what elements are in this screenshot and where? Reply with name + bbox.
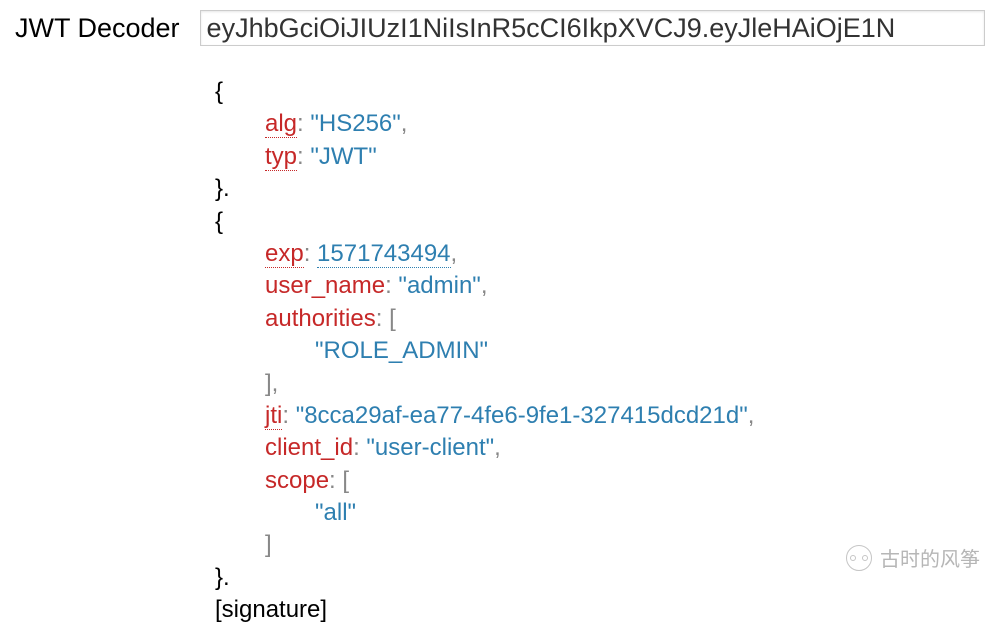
- key-exp[interactable]: exp: [265, 240, 304, 268]
- watermark-text: 古时的风筝: [880, 543, 980, 572]
- val-typ: "JWT": [310, 143, 376, 170]
- val-user-name: "admin": [398, 272, 480, 299]
- key-alg[interactable]: alg: [265, 110, 297, 138]
- key-typ[interactable]: typ: [265, 143, 297, 171]
- wechat-icon: [846, 545, 872, 571]
- page-title: JWT Decoder: [15, 13, 180, 44]
- key-jti[interactable]: jti: [265, 402, 282, 430]
- brace-open: {: [215, 208, 223, 235]
- val-alg: "HS256": [310, 110, 400, 137]
- jwt-input[interactable]: [200, 10, 985, 46]
- val-scope-0: "all": [315, 499, 356, 526]
- key-scope: scope: [265, 467, 329, 494]
- brace-close: }: [215, 175, 223, 202]
- key-client-id: client_id: [265, 434, 353, 461]
- key-user-name: user_name: [265, 272, 385, 299]
- val-client-id: "user-client": [366, 434, 494, 461]
- val-authorities-0: "ROLE_ADMIN": [315, 337, 488, 364]
- brace-open: {: [215, 78, 223, 105]
- val-jti: "8cca29af-ea77-4fe6-9fe1-327415dcd21d": [296, 402, 748, 429]
- signature-placeholder: [signature]: [215, 596, 327, 623]
- val-exp[interactable]: 1571743494: [317, 240, 450, 268]
- key-authorities: authorities: [265, 305, 376, 332]
- header: JWT Decoder: [15, 10, 985, 46]
- watermark: 古时的风筝: [846, 543, 980, 572]
